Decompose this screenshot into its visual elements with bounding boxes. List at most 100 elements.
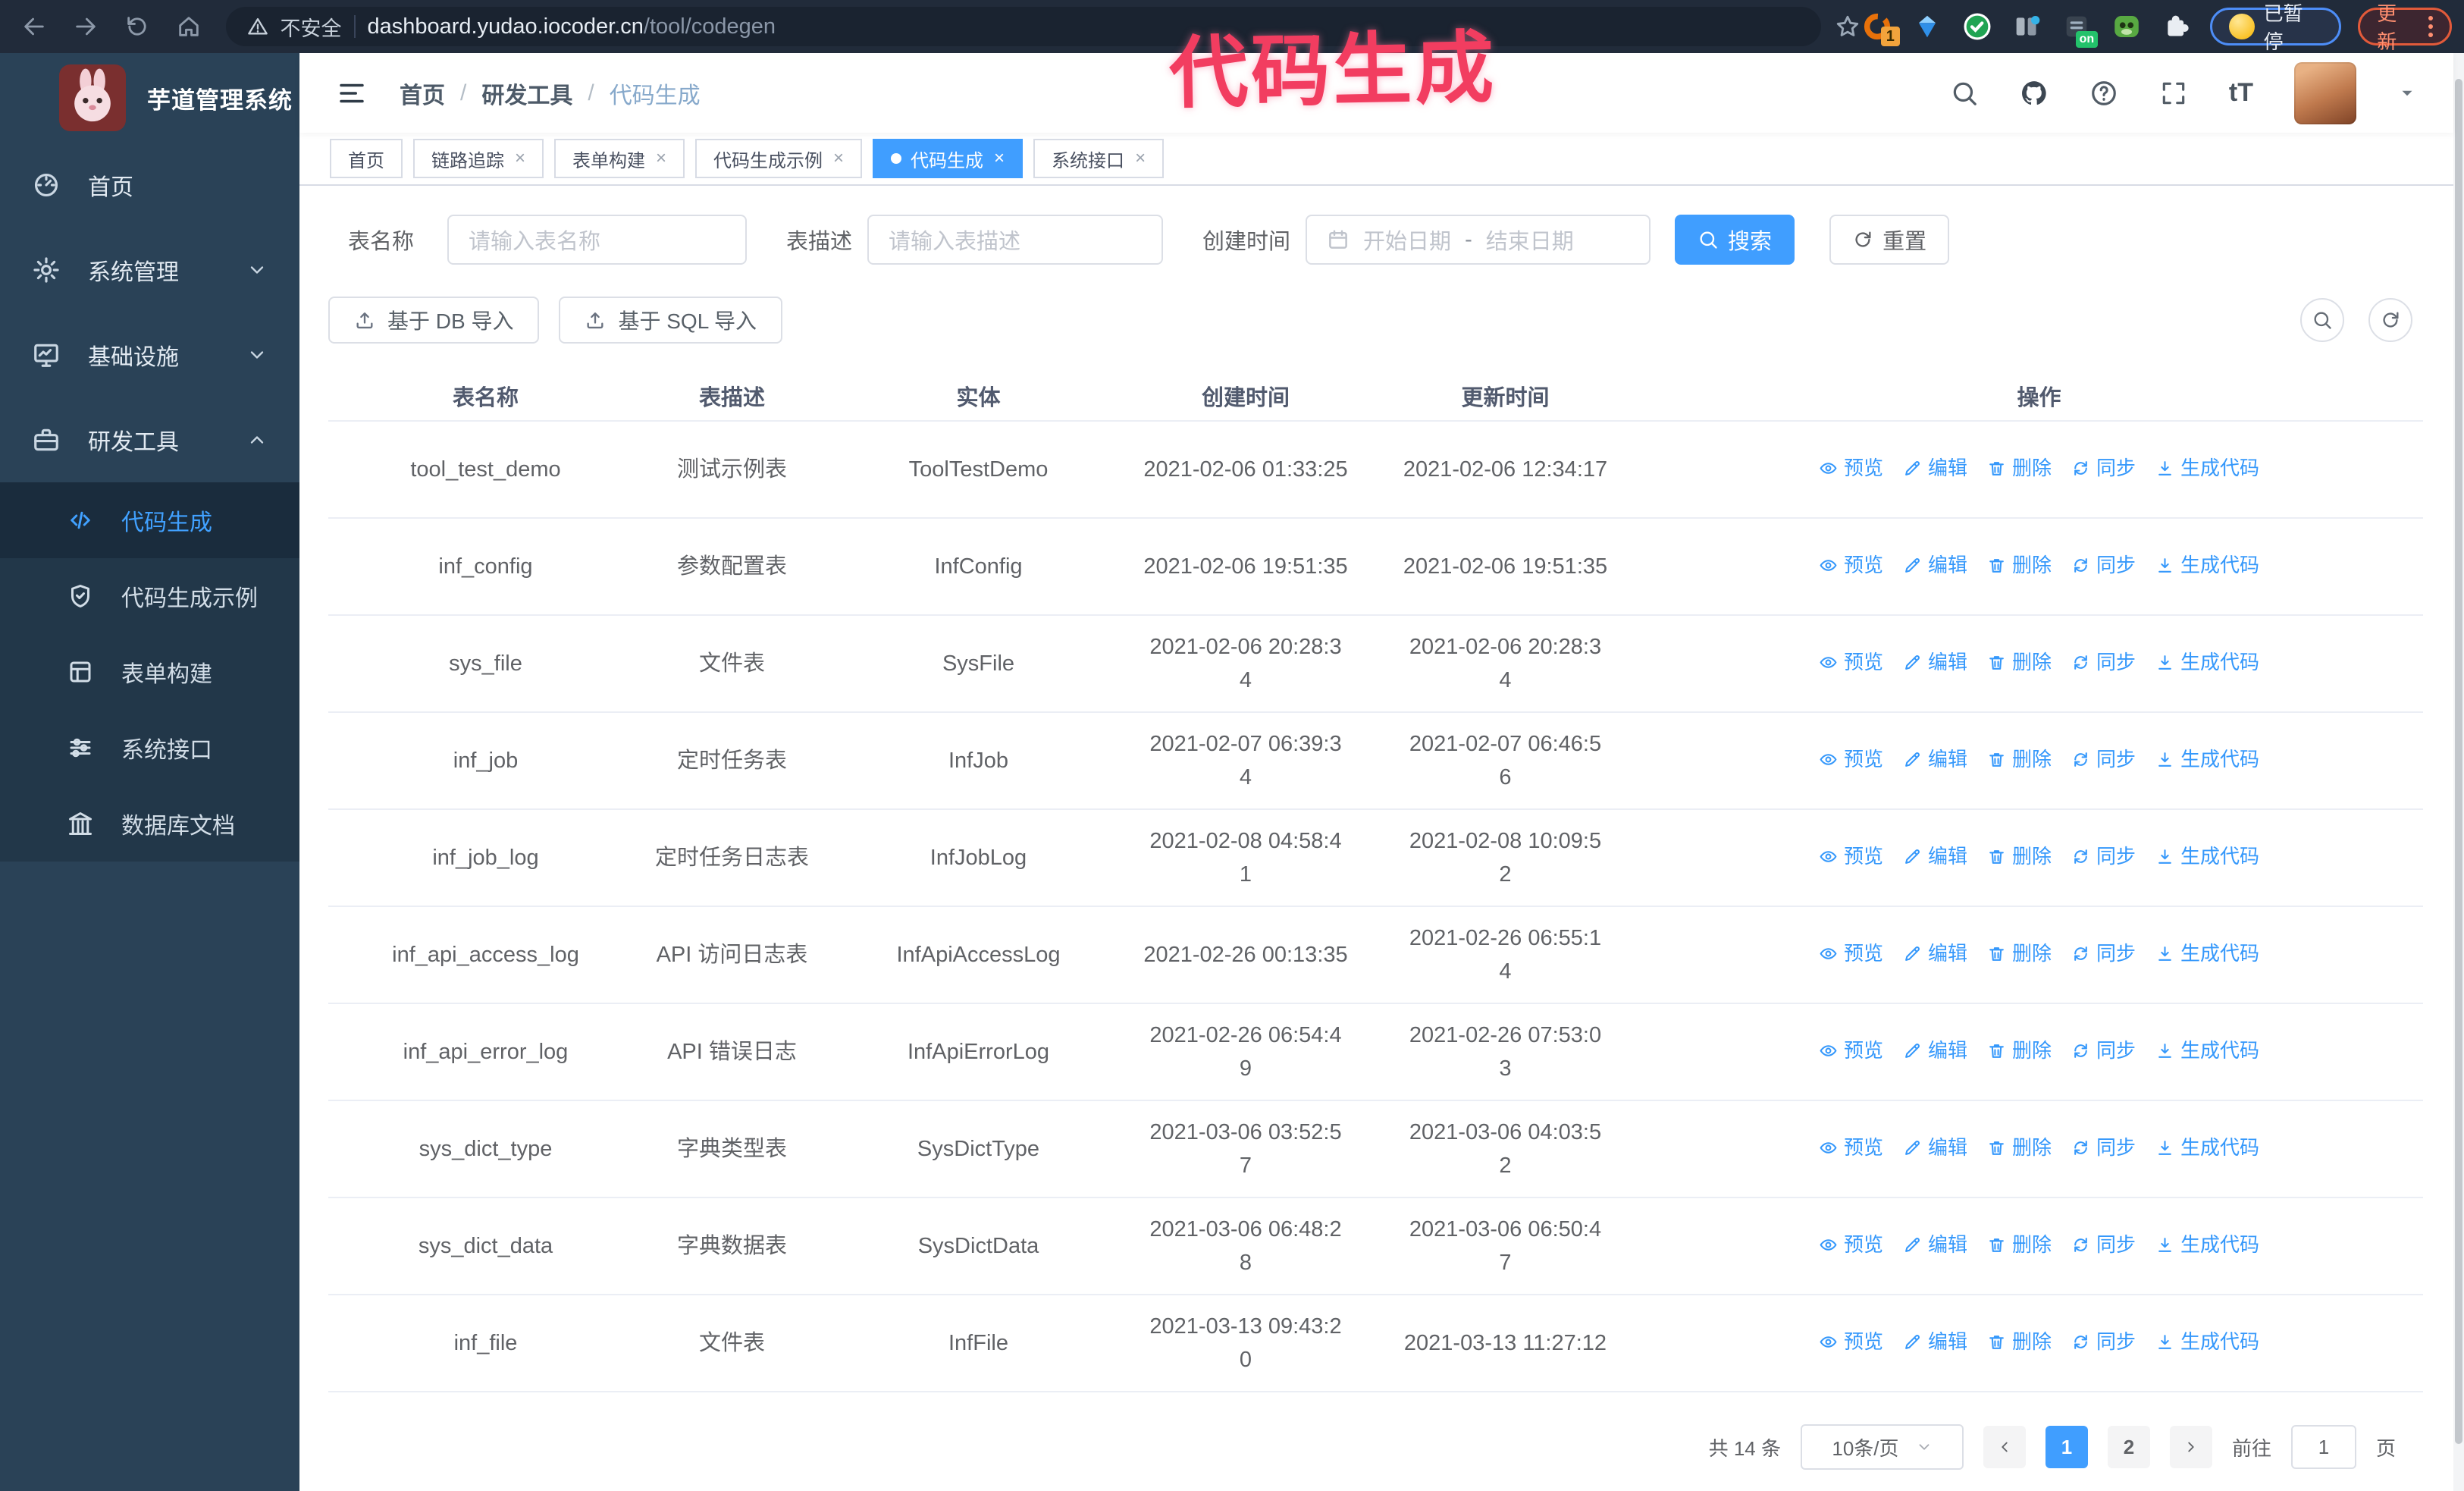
action-preview-link[interactable]: 预览 xyxy=(1819,1131,1883,1164)
action-edit-link[interactable]: 编辑 xyxy=(1903,1034,1967,1067)
breadcrumb-tools[interactable]: 研发工具 xyxy=(481,77,572,110)
action-preview-link[interactable]: 预览 xyxy=(1819,548,1883,582)
sidebar-subitem[interactable]: 代码生成 xyxy=(0,482,299,558)
tab-item[interactable]: 系统接口 × xyxy=(1033,139,1165,178)
sidebar-logo-row[interactable]: 芋道管理系统 xyxy=(0,53,299,143)
extension-columns-icon[interactable] xyxy=(2010,10,2043,43)
action-sync-link[interactable]: 同步 xyxy=(2071,548,2136,582)
sidebar-item[interactable]: 首页 xyxy=(0,143,299,228)
action-preview-link[interactable]: 预览 xyxy=(1819,451,1883,485)
import-sql-button[interactable]: 基于 SQL 导入 xyxy=(559,297,783,344)
extension-gem-icon[interactable] xyxy=(1911,10,1944,43)
action-preview-link[interactable]: 预览 xyxy=(1819,1228,1883,1261)
action-delete-link[interactable]: 删除 xyxy=(1987,451,2052,485)
action-sync-link[interactable]: 同步 xyxy=(2071,1325,2136,1358)
close-icon[interactable]: × xyxy=(833,148,844,169)
header-search-icon[interactable] xyxy=(1950,79,1979,108)
sidebar-subitem[interactable]: 系统接口 xyxy=(0,710,299,786)
address-bar[interactable]: 不安全 dashboard.yudao.iocoder.cn/tool/code… xyxy=(225,7,1822,46)
breadcrumb-home[interactable]: 首页 xyxy=(400,77,445,110)
refresh-table-button[interactable] xyxy=(2368,298,2412,342)
action-sync-link[interactable]: 同步 xyxy=(2071,840,2136,873)
close-icon[interactable]: × xyxy=(994,148,1005,169)
action-generate-link[interactable]: 生成代码 xyxy=(2155,1034,2259,1067)
close-icon[interactable]: × xyxy=(1135,148,1146,169)
search-button[interactable]: 搜索 xyxy=(1675,215,1795,265)
action-edit-link[interactable]: 编辑 xyxy=(1903,1131,1967,1164)
github-icon[interactable] xyxy=(2020,79,2049,108)
sidebar-item[interactable]: 基础设施 xyxy=(0,312,299,397)
action-generate-link[interactable]: 生成代码 xyxy=(2155,1228,2259,1261)
page-button-1[interactable]: 1 xyxy=(2045,1426,2088,1468)
page-button-2[interactable]: 2 xyxy=(2107,1426,2150,1468)
tab-active[interactable]: 代码生成 × xyxy=(873,139,1024,178)
browser-reload-button[interactable] xyxy=(120,9,155,44)
action-edit-link[interactable]: 编辑 xyxy=(1903,451,1967,485)
tab-item[interactable]: 首页 xyxy=(330,139,403,178)
extension-monkey-icon[interactable] xyxy=(2110,10,2143,43)
action-generate-link[interactable]: 生成代码 xyxy=(2155,1325,2259,1358)
action-preview-link[interactable]: 预览 xyxy=(1819,840,1883,873)
action-sync-link[interactable]: 同步 xyxy=(2071,1228,2136,1261)
action-sync-link[interactable]: 同步 xyxy=(2071,645,2136,679)
action-sync-link[interactable]: 同步 xyxy=(2071,451,2136,485)
extension-green-check-icon[interactable] xyxy=(1961,10,1994,43)
action-generate-link[interactable]: 生成代码 xyxy=(2155,548,2259,582)
sidebar-item[interactable]: 系统管理 xyxy=(0,228,299,312)
browser-home-button[interactable] xyxy=(171,9,206,44)
action-delete-link[interactable]: 删除 xyxy=(1987,1034,2052,1067)
action-delete-link[interactable]: 删除 xyxy=(1987,548,2052,582)
browser-forward-button[interactable] xyxy=(68,9,103,44)
action-sync-link[interactable]: 同步 xyxy=(2071,937,2136,970)
action-sync-link[interactable]: 同步 xyxy=(2071,1131,2136,1164)
action-preview-link[interactable]: 预览 xyxy=(1819,1325,1883,1358)
action-preview-link[interactable]: 预览 xyxy=(1819,645,1883,679)
action-edit-link[interactable]: 编辑 xyxy=(1903,548,1967,582)
tab-item[interactable]: 链路追踪 × xyxy=(413,139,544,178)
avatar-caret-icon[interactable] xyxy=(2397,83,2417,103)
toggle-search-button[interactable] xyxy=(2300,298,2344,342)
tab-item[interactable]: 表单构建 × xyxy=(554,139,685,178)
action-preview-link[interactable]: 预览 xyxy=(1819,1034,1883,1067)
action-delete-link[interactable]: 删除 xyxy=(1987,840,2052,873)
extension-orange-icon[interactable]: 1 xyxy=(1861,10,1900,46)
tab-item[interactable]: 代码生成示例 × xyxy=(695,139,863,178)
goto-page-input[interactable]: 1 xyxy=(2290,1425,2356,1469)
table-name-input[interactable]: 请输入表名称 xyxy=(447,215,748,265)
action-preview-link[interactable]: 预览 xyxy=(1819,937,1883,970)
prev-page-button[interactable] xyxy=(1983,1426,2026,1468)
bookmark-star-icon[interactable] xyxy=(1835,14,1861,39)
action-delete-link[interactable]: 删除 xyxy=(1987,1325,2052,1358)
action-generate-link[interactable]: 生成代码 xyxy=(2155,645,2259,679)
action-delete-link[interactable]: 删除 xyxy=(1987,645,2052,679)
action-edit-link[interactable]: 编辑 xyxy=(1903,840,1967,873)
extension-proxy-icon[interactable]: on xyxy=(2060,10,2099,48)
action-delete-link[interactable]: 删除 xyxy=(1987,742,2052,776)
import-db-button[interactable]: 基于 DB 导入 xyxy=(328,297,540,344)
action-generate-link[interactable]: 生成代码 xyxy=(2155,840,2259,873)
action-generate-link[interactable]: 生成代码 xyxy=(2155,742,2259,776)
action-edit-link[interactable]: 编辑 xyxy=(1903,1325,1967,1358)
fullscreen-icon[interactable] xyxy=(2159,79,2188,108)
browser-update-pill[interactable]: 更新 xyxy=(2358,2,2452,53)
action-generate-link[interactable]: 生成代码 xyxy=(2155,937,2259,970)
scrollbar-thumb[interactable] xyxy=(2455,79,2462,1444)
sidebar-item[interactable]: 研发工具 xyxy=(0,397,299,482)
user-avatar[interactable] xyxy=(2294,61,2356,124)
sidebar-subitem[interactable]: 数据库文档 xyxy=(0,786,299,862)
sidebar-subitem[interactable]: 代码生成示例 xyxy=(0,558,299,634)
page-size-select[interactable]: 10条/页 xyxy=(1800,1424,1964,1470)
action-edit-link[interactable]: 编辑 xyxy=(1903,1228,1967,1261)
table-desc-input[interactable]: 请输入表描述 xyxy=(867,215,1164,265)
action-delete-link[interactable]: 删除 xyxy=(1987,1131,2052,1164)
action-edit-link[interactable]: 编辑 xyxy=(1903,645,1967,679)
sidebar-toggle-icon[interactable] xyxy=(336,77,368,109)
date-range-picker[interactable]: 开始日期 - 结束日期 xyxy=(1306,215,1651,265)
help-icon[interactable] xyxy=(2089,79,2118,108)
browser-back-button[interactable] xyxy=(17,9,52,44)
action-preview-link[interactable]: 预览 xyxy=(1819,742,1883,776)
action-sync-link[interactable]: 同步 xyxy=(2071,742,2136,776)
close-icon[interactable]: × xyxy=(656,148,666,169)
font-size-icon[interactable]: tT xyxy=(2229,78,2253,108)
next-page-button[interactable] xyxy=(2169,1426,2212,1468)
